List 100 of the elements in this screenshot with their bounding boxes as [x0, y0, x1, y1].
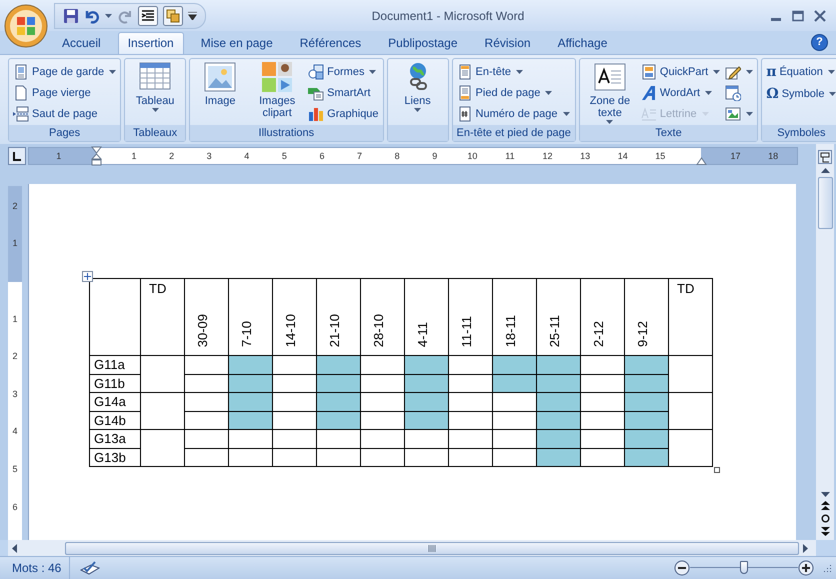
clip-art-icon [261, 61, 294, 93]
close-icon[interactable] [814, 10, 826, 22]
scrollbar-thumb[interactable] [818, 177, 832, 229]
bar-chart-icon [308, 106, 324, 122]
ribbon-button[interactable]: Image [193, 61, 248, 107]
ribbon-button[interactable]: En-tête [456, 61, 570, 82]
ribbon-button[interactable]: Zone de texte [582, 61, 637, 124]
save-icon[interactable] [63, 8, 79, 24]
ruler-number: 1 [12, 238, 18, 248]
ruler-number: 3 [206, 151, 212, 161]
ruler-number: 10 [467, 151, 478, 161]
ruler-number: 3 [12, 388, 18, 399]
ruler-number: 15 [655, 151, 666, 161]
ribbon-button[interactable]: Page vierge [12, 82, 118, 104]
group-label: Texte [580, 125, 758, 141]
table-move-handle-icon[interactable] [82, 271, 93, 282]
ruler-number: 18 [768, 151, 778, 161]
ribbon-button[interactable]: Tableau [128, 61, 182, 112]
caret-icon [516, 70, 524, 74]
zoom-in-icon[interactable] [798, 560, 814, 576]
ribbon-button[interactable]: Ω Symbole [765, 83, 836, 105]
resize-grip-icon[interactable] [822, 563, 832, 573]
scroll-up-icon[interactable] [820, 168, 830, 173]
table-cell: G13a [90, 430, 140, 448]
paragraph-list-icon[interactable] [138, 6, 158, 26]
scrollbar-thumb[interactable] [65, 542, 799, 554]
ruler-number: 11 [505, 151, 515, 161]
ribbon-tab[interactable]: Insertion [118, 32, 184, 54]
scroll-down-icon[interactable] [820, 492, 830, 497]
table-cell: G13b [90, 448, 140, 466]
ribbon-button[interactable]: Numéro de page [456, 104, 570, 125]
group-label: En-tête et pied de page [452, 125, 575, 141]
table-cell: G11a [90, 356, 140, 374]
ruler-number: 8 [394, 151, 400, 161]
ruler-number: 2 [12, 351, 18, 362]
group-label: Pages [9, 125, 120, 141]
previous-page-icon[interactable] [820, 501, 830, 510]
ruler-number: 2 [169, 151, 174, 161]
word-count[interactable]: Mots : 46 [0, 557, 70, 579]
ruler-number: 4 [12, 426, 18, 436]
ribbon-button[interactable]: π Équation [765, 61, 836, 83]
footer-page-icon [456, 84, 473, 101]
maximize-icon[interactable] [792, 10, 804, 22]
table-cell: G11b [90, 374, 140, 392]
ruler-number: 13 [580, 151, 590, 161]
ribbon-tab[interactable]: Accueil [52, 32, 111, 54]
window-title: Document1 - Microsoft Word [372, 8, 524, 22]
table-cell [668, 392, 712, 430]
group-footer [388, 125, 448, 141]
customize-caret-icon[interactable] [188, 12, 197, 20]
table-cell: 11-11 [448, 278, 492, 356]
ruler-number: 9 [432, 151, 438, 161]
scroll-left-icon[interactable] [12, 544, 17, 552]
ribbon-tab[interactable]: Affichage [548, 32, 618, 54]
slider-thumb[interactable] [740, 561, 748, 574]
ribbon-button[interactable]: Pied de page [456, 82, 570, 104]
ribbon-button[interactable]: Page de garde [12, 61, 118, 82]
next-page-icon[interactable] [820, 527, 830, 536]
caret-icon [705, 90, 712, 95]
object-icon [725, 106, 742, 122]
indent-marker-icon[interactable] [91, 146, 102, 166]
help-button[interactable]: ? [811, 34, 828, 51]
table-cell: G14b [90, 411, 140, 430]
ruler-number: 14 [618, 151, 628, 161]
browse-object-icon[interactable] [820, 514, 830, 523]
text-box-icon [594, 61, 626, 93]
ruler-number: 1 [131, 151, 136, 161]
ruler-number: 12 [542, 151, 553, 161]
ribbon-tab[interactable]: Mise en page [190, 32, 283, 54]
view-ruler-icon[interactable] [818, 150, 832, 164]
zoom-out-icon[interactable] [674, 560, 690, 576]
group-label: Symboles [762, 125, 836, 141]
ruler-number: 5 [282, 151, 287, 161]
caret-icon [829, 92, 836, 96]
table-cell: G14a [90, 392, 140, 411]
ribbon-button[interactable]: Graphique [307, 104, 380, 125]
ribbon-button[interactable]: Liens [390, 61, 445, 112]
header-page-icon [456, 64, 473, 80]
ribbon-tab[interactable]: Publipostage [378, 32, 468, 54]
proofing-book-icon[interactable] [80, 560, 100, 576]
ruler-number: 4 [244, 151, 250, 161]
caret-icon [414, 108, 422, 112]
grip-icon [428, 544, 436, 552]
right-indent-marker-icon[interactable] [696, 157, 707, 165]
ribbon-button[interactable]: SmartArt [307, 82, 380, 104]
tab-stop-icon[interactable] [8, 147, 26, 165]
scroll-right-icon[interactable] [803, 544, 808, 552]
ribbon-button[interactable]: Formes [307, 61, 380, 82]
ribbon-button[interactable]: WordArt [640, 82, 722, 104]
caret-icon [828, 70, 835, 74]
ribbon-tab[interactable]: Révision [474, 32, 541, 54]
wordart-icon [640, 84, 657, 101]
table-resize-handle-icon[interactable] [714, 467, 720, 473]
ribbon-tab[interactable]: Références [290, 32, 372, 54]
ruler-number: 6 [12, 502, 18, 512]
ribbon-button[interactable]: Images clipart [250, 61, 304, 119]
shapes-icon [308, 64, 324, 80]
stacked-squares-icon[interactable] [163, 6, 183, 26]
ribbon-button[interactable]: QuickPart [640, 61, 722, 82]
ribbon-button[interactable]: Saut de page [12, 104, 118, 125]
